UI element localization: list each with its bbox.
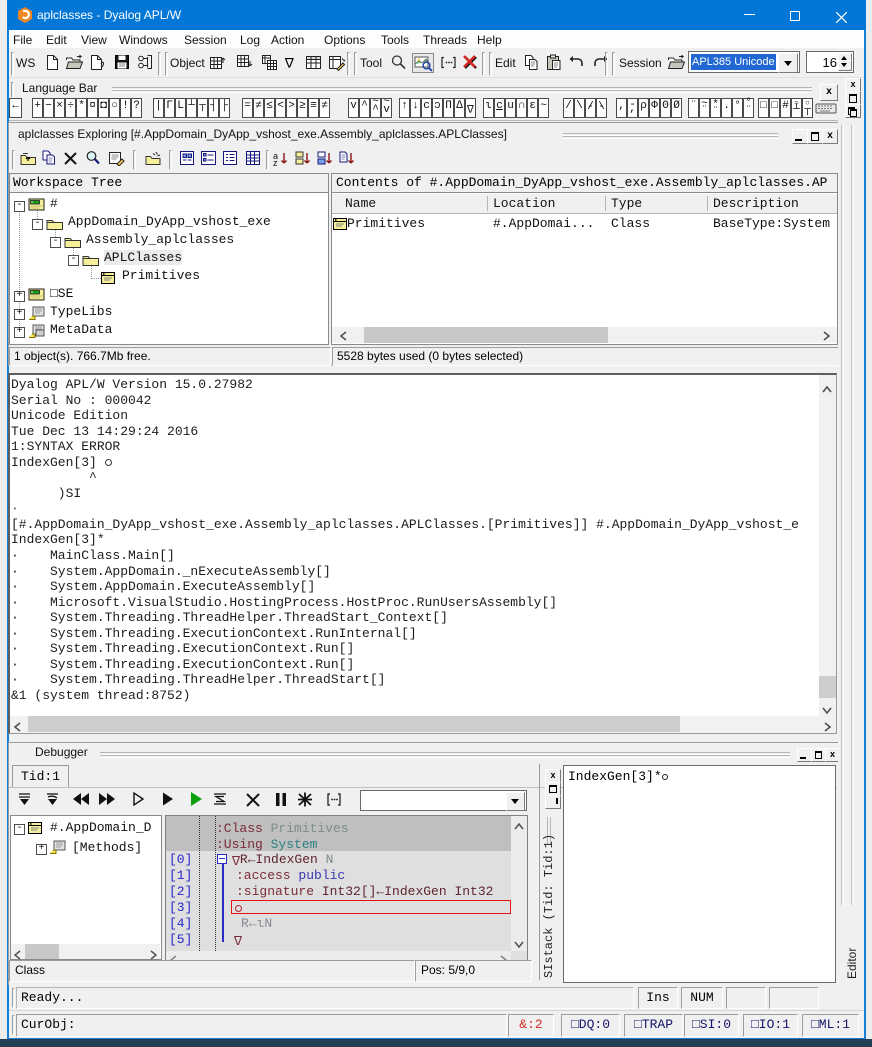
svg-text:z: z (273, 158, 278, 167)
